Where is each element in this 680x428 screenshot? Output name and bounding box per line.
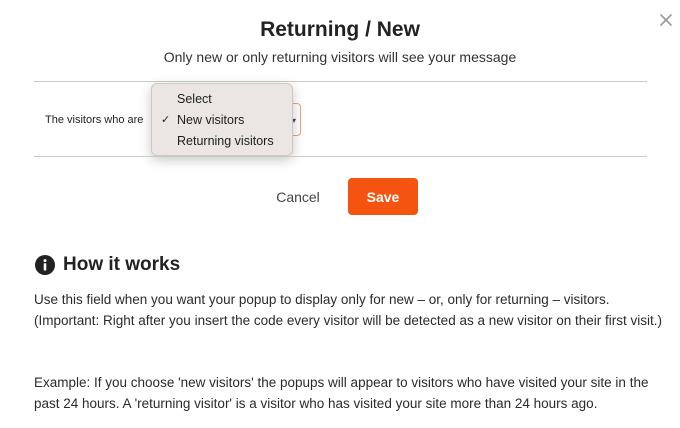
dropdown-option-label: New visitors xyxy=(177,113,245,127)
dialog-subtitle: Only new or only returning visitors will… xyxy=(163,49,517,65)
cancel-button[interactable]: Cancel xyxy=(268,186,328,208)
visitors-field-label: The visitors who are xyxy=(45,114,144,126)
dialog-title: Returning / New xyxy=(260,18,420,41)
help-paragraph: Use this field when you want your popup … xyxy=(34,292,663,328)
how-it-works-heading: How it works xyxy=(35,254,180,276)
dropdown-option-returning-visitors[interactable]: Returning visitors xyxy=(152,132,292,153)
visitors-dropdown-menu: Select ✓ New visitors Returning visitors xyxy=(151,83,293,156)
save-button[interactable]: Save xyxy=(348,178,418,215)
dropdown-option-select[interactable]: Select xyxy=(152,90,292,111)
divider-bottom xyxy=(34,156,647,157)
divider-top xyxy=(34,81,647,82)
checkmark-icon: ✓ xyxy=(161,114,171,126)
dropdown-option-label: Select xyxy=(177,92,212,106)
dropdown-option-label: Returning visitors xyxy=(177,134,274,148)
returning-new-dialog: Returning / New Only new or only returni… xyxy=(0,0,680,428)
example-paragraph: Example: If you choose 'new visitors' th… xyxy=(34,375,649,411)
dropdown-option-new-visitors[interactable]: ✓ New visitors xyxy=(152,111,292,132)
info-icon xyxy=(35,255,55,275)
how-it-works-title: How it works xyxy=(63,254,181,275)
